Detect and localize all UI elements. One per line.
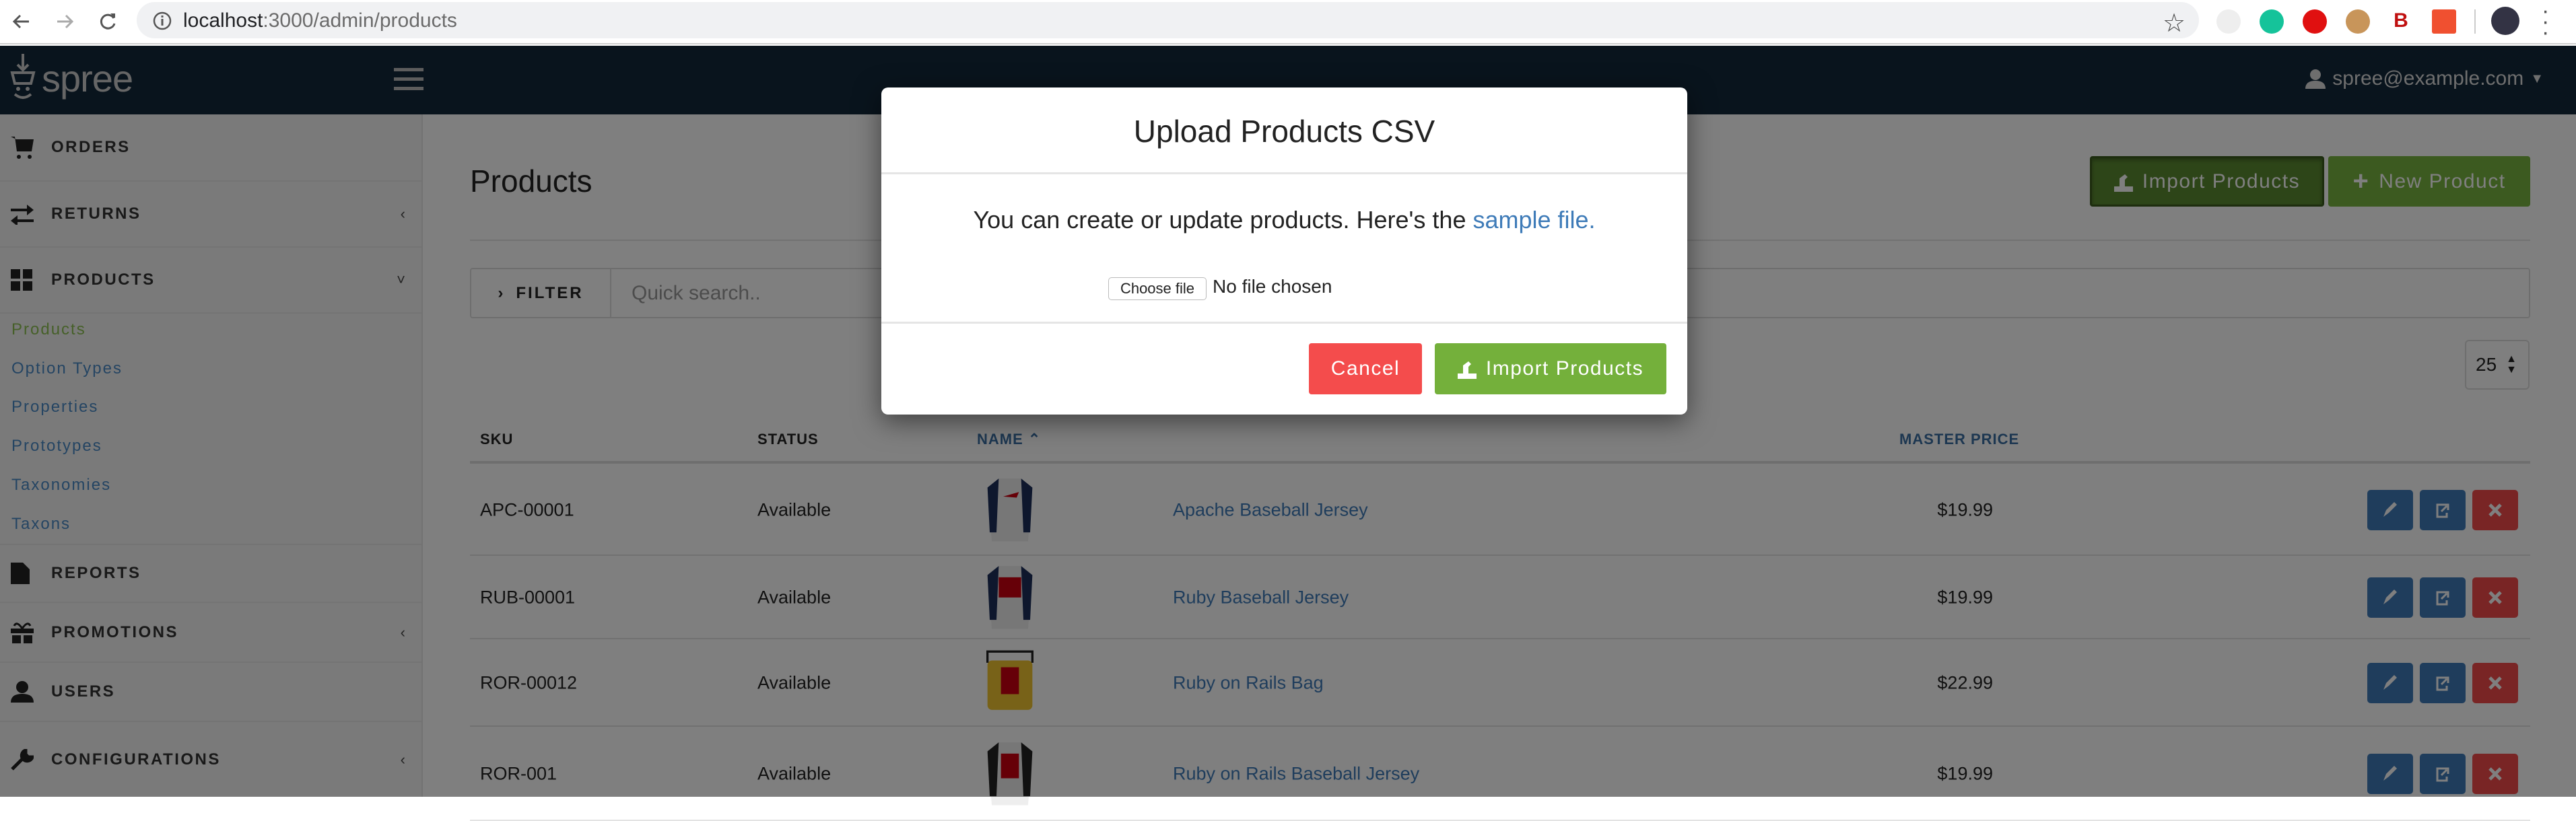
extension-grammarly-icon[interactable] — [2260, 9, 2284, 34]
sample-file-link[interactable]: sample file. — [1472, 206, 1595, 234]
browser-toolbar: localhost:3000/admin/products ☆ B · · · — [0, 0, 2576, 44]
file-status-text: No file chosen — [1213, 276, 1332, 297]
modal-import-label: Import Products — [1485, 357, 1644, 380]
cancel-button[interactable]: Cancel — [1309, 343, 1422, 394]
extension-b-icon[interactable]: B — [2389, 9, 2413, 34]
extension-avatar-icon[interactable] — [2346, 9, 2370, 34]
profile-avatar[interactable] — [2491, 7, 2519, 35]
cancel-label: Cancel — [1330, 357, 1400, 380]
url-host: localhost — [183, 9, 263, 32]
extension-adblock-icon[interactable] — [2303, 9, 2327, 34]
menu-dots-icon[interactable]: · · · — [2542, 0, 2549, 44]
upload-icon — [1457, 361, 1477, 379]
modal-import-products-button[interactable]: Import Products — [1435, 343, 1666, 394]
toolbar-divider — [2474, 9, 2476, 34]
url-path: :3000/admin/products — [263, 9, 457, 32]
forward-icon[interactable] — [51, 8, 78, 35]
reload-icon[interactable] — [94, 8, 121, 35]
upload-csv-modal: Upload Products CSV You can create or up… — [881, 87, 1687, 415]
extension-sitemap-icon[interactable] — [2216, 9, 2241, 34]
extension-pdfjs-icon[interactable] — [2432, 9, 2456, 34]
modal-title: Upload Products CSV — [1133, 114, 1435, 149]
bookmark-star-icon[interactable]: ☆ — [2163, 8, 2185, 38]
back-icon[interactable] — [8, 8, 35, 35]
modal-header-divider — [881, 172, 1687, 174]
modal-body-text: You can create or update products. Here'… — [881, 206, 1687, 234]
url-text[interactable]: localhost:3000/admin/products — [183, 9, 457, 32]
modal-description: You can create or update products. Here'… — [973, 206, 1473, 234]
info-icon[interactable] — [152, 11, 172, 34]
choose-file-button[interactable]: Choose file — [1108, 277, 1207, 300]
modal-footer-divider — [881, 322, 1687, 324]
